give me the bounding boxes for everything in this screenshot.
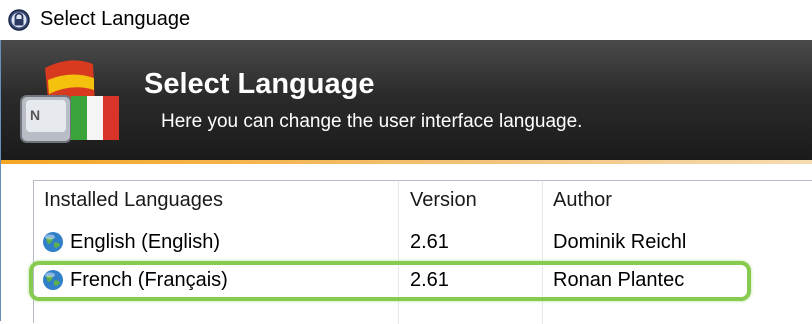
svg-text:N: N	[30, 107, 40, 123]
column-header-version[interactable]: Version	[410, 189, 477, 212]
list-item[interactable]: English (English) 2.61 Dominik Reichl	[34, 225, 812, 263]
column-header-author[interactable]: Author	[553, 189, 612, 212]
window-title: Select Language	[40, 8, 191, 30]
title-bar: Select Language	[0, 0, 812, 40]
banner-accent-line	[1, 160, 812, 164]
languages-list[interactable]: Installed Languages Version Author Engli…	[33, 180, 812, 324]
header-banner: N Select Language Here you can change th…	[1, 40, 812, 162]
language-name: English (English)	[70, 231, 221, 253]
language-flag-keyboard-icon: N	[20, 60, 119, 143]
language-author: Dominik Reichl	[553, 231, 687, 253]
keepass-lock-icon	[8, 9, 30, 31]
banner-title: Select Language	[144, 68, 375, 100]
column-header-installed-languages[interactable]: Installed Languages	[44, 189, 223, 212]
globe-icon	[43, 232, 63, 252]
language-version: 2.61	[410, 231, 449, 253]
banner-subtitle: Here you can change the user interface l…	[161, 111, 583, 132]
selection-highlight-outline	[29, 261, 751, 301]
